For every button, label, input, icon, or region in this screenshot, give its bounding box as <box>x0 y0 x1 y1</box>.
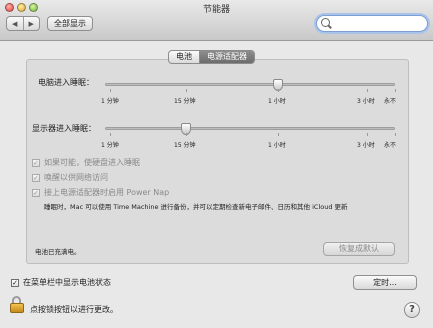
title-bar: 节能器 ◀ ▶ 全部显示 <box>0 0 433 41</box>
tab-battery[interactable]: 电池 <box>169 51 199 63</box>
disk-sleep-label: 如果可能，使硬盘进入睡眠 <box>44 158 140 167</box>
power-nap-label: 接上电源适配器时启用 Power Nap <box>44 188 170 197</box>
restore-defaults-button[interactable]: 恢复成默认 <box>323 242 395 256</box>
battery-status-text: 电池已充满电。 <box>35 248 81 256</box>
tick-mark <box>110 133 111 136</box>
display-sleep-tick-label: 永不 <box>384 142 397 149</box>
wake-network-option[interactable]: ✓ 唤醒以供网络访问 <box>32 172 108 183</box>
tick-mark <box>367 89 368 92</box>
window-title: 节能器 <box>202 5 230 15</box>
disk-sleep-option[interactable]: ✓ 如果可能，使硬盘进入睡眠 <box>32 157 140 168</box>
wake-network-label: 唤醒以供网络访问 <box>44 173 108 182</box>
display-sleep-tick-label: 1 分钟 <box>101 142 119 149</box>
computer-sleep-tick-label: 3 小时 <box>357 98 375 105</box>
schedule-button[interactable]: 定时... <box>353 275 417 290</box>
computer-sleep-tick-label: 永不 <box>384 98 397 105</box>
display-sleep-tick-label: 3 小时 <box>357 142 375 149</box>
power-nap-option[interactable]: ✓ 接上电源适配器时启用 Power Nap <box>32 187 169 198</box>
forward-button[interactable]: ▶ <box>24 17 40 30</box>
disk-sleep-checkbox[interactable]: ✓ <box>32 158 40 167</box>
show-all-button[interactable]: 全部显示 <box>47 16 93 31</box>
tick-mark <box>186 133 187 136</box>
computer-sleep-tick-label: 15 分钟 <box>174 98 196 105</box>
help-button[interactable]: ? <box>404 302 420 318</box>
computer-sleep-track[interactable] <box>105 83 395 86</box>
search-icon <box>321 18 330 27</box>
show-battery-status-checkbox[interactable]: ✓ <box>11 278 19 287</box>
display-sleep-tick-label: 15 分钟 <box>174 142 196 149</box>
display-sleep-label: 显示器进入睡眠： <box>32 124 96 133</box>
lock-hint-text: 点按锁按钮以进行更改。 <box>30 305 118 314</box>
computer-sleep-tick-label: 1 分钟 <box>101 98 119 105</box>
back-button[interactable]: ◀ <box>7 17 24 30</box>
computer-sleep-tick-label: 1 小时 <box>268 98 286 105</box>
lock-icon[interactable] <box>10 296 24 314</box>
show-battery-status-option[interactable]: ✓ 在菜单栏中显示电池状态 <box>11 277 111 288</box>
tab-bar: 电池 电源适配器 <box>168 50 255 64</box>
display-sleep-tick-label: 1 小时 <box>268 142 286 149</box>
tick-mark <box>110 89 111 92</box>
tab-power-adapter[interactable]: 电源适配器 <box>199 51 254 63</box>
wake-network-checkbox[interactable]: ✓ <box>32 173 40 182</box>
tick-mark <box>395 89 396 92</box>
tick-mark <box>367 133 368 136</box>
tick-mark <box>395 133 396 136</box>
settings-panel: 电脑进入睡眠： 1 分钟 15 分钟 1 小时 3 小时 永不 显示器进入睡眠：… <box>26 59 409 264</box>
nav-buttons: ◀ ▶ <box>6 16 40 31</box>
tick-mark <box>278 89 279 92</box>
show-battery-status-label: 在菜单栏中显示电池状态 <box>23 278 111 287</box>
computer-sleep-label: 电脑进入睡眠： <box>38 78 94 87</box>
search-input[interactable] <box>316 15 428 32</box>
tick-mark <box>186 89 187 92</box>
lock-body <box>10 303 24 313</box>
tick-mark <box>278 133 279 136</box>
energy-saver-window: 节能器 ◀ ▶ 全部显示 电脑进入睡眠： 1 分钟 15 分钟 1 小时 3 小… <box>0 0 433 328</box>
power-nap-description: 睡眠时，Mac 可以使用 Time Machine 进行备份，并可以定期检查新电… <box>44 203 348 211</box>
display-sleep-track[interactable] <box>105 127 395 130</box>
power-nap-checkbox[interactable]: ✓ <box>32 188 40 197</box>
